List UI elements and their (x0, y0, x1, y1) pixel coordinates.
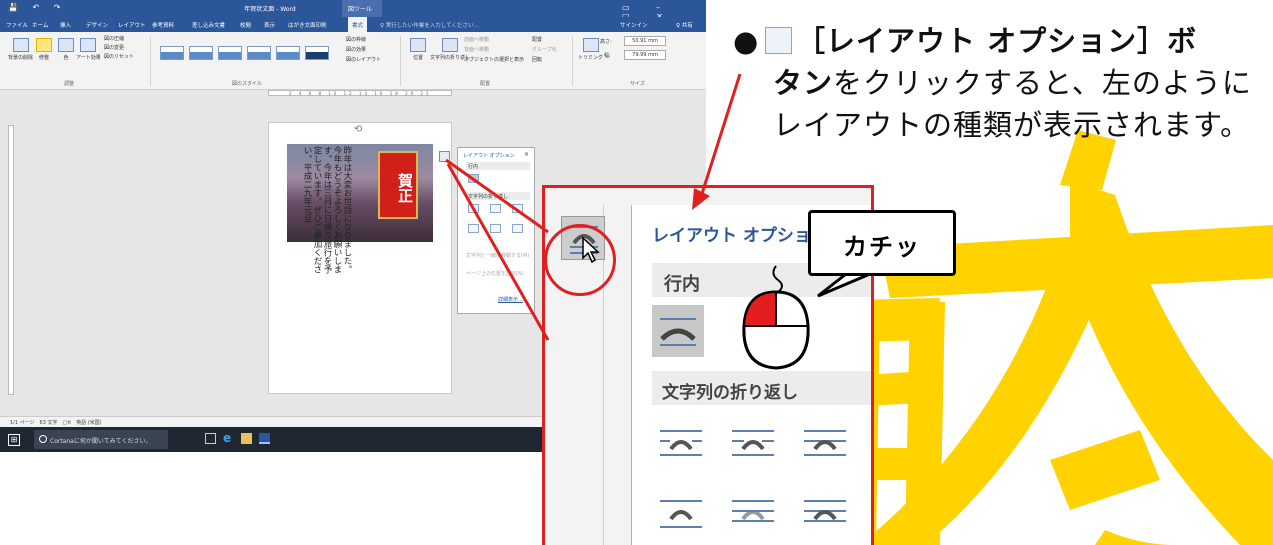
speech-bubble: カチッ (808, 210, 956, 276)
annotation-arrows (445, 73, 871, 341)
mouse-click-icon (742, 265, 810, 370)
